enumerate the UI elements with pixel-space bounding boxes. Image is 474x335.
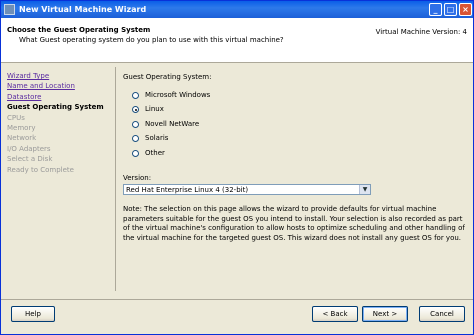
radio-label-other[interactable]: Other bbox=[145, 149, 165, 157]
nav-step-network: Network bbox=[7, 134, 37, 143]
close-button[interactable]: × bbox=[459, 3, 472, 16]
nav-step-guest-os: Guest Operating System bbox=[7, 103, 104, 112]
radio-linux[interactable] bbox=[132, 106, 139, 113]
nav-step-io-adapters: I/O Adapters bbox=[7, 144, 51, 153]
radio-novell-netware[interactable] bbox=[132, 121, 139, 128]
back-button[interactable]: < Back bbox=[312, 306, 358, 322]
guest-os-label: Guest Operating System: bbox=[123, 73, 212, 81]
nav-step-ready-to-complete: Ready to Complete bbox=[7, 165, 74, 174]
nav-step-select-disk: Select a Disk bbox=[7, 155, 53, 164]
help-button[interactable]: Help bbox=[11, 306, 55, 322]
vm-app-icon bbox=[4, 4, 15, 15]
title-bar[interactable]: New Virtual Machine Wizard _ □ × bbox=[1, 1, 473, 18]
nav-step-memory: Memory bbox=[7, 123, 36, 132]
radio-label-novell-netware[interactable]: Novell NetWare bbox=[145, 120, 199, 128]
vm-version-label: Virtual Machine Version: 4 bbox=[375, 28, 467, 36]
minimize-button[interactable]: _ bbox=[429, 3, 442, 16]
nav-step-datastore[interactable]: Datastore bbox=[7, 92, 111, 102]
cancel-button[interactable]: Cancel bbox=[419, 306, 465, 322]
next-button[interactable]: Next > bbox=[362, 306, 408, 322]
maximize-button[interactable]: □ bbox=[444, 3, 457, 16]
nav-step-name-and-location[interactable]: Name and Location bbox=[7, 81, 111, 91]
wizard-header: Choose the Guest Operating System What G… bbox=[1, 18, 473, 63]
window-title: New Virtual Machine Wizard bbox=[19, 5, 147, 14]
radio-label-microsoft-windows[interactable]: Microsoft Windows bbox=[145, 91, 210, 99]
footer-divider bbox=[1, 299, 473, 300]
chevron-down-icon[interactable]: ▼ bbox=[359, 185, 370, 194]
wizard-steps-nav: Wizard Type Name and Location Datastore … bbox=[7, 71, 111, 175]
guest-os-note: Note: The selection on this page allows … bbox=[123, 205, 465, 242]
nav-step-wizard-type[interactable]: Wizard Type bbox=[7, 71, 111, 81]
radio-label-solaris[interactable]: Solaris bbox=[145, 134, 168, 142]
page-title: Choose the Guest Operating System bbox=[7, 26, 151, 34]
version-select[interactable]: Red Hat Enterprise Linux 4 (32-bit) ▼ bbox=[123, 184, 371, 195]
wizard-window: New Virtual Machine Wizard _ □ × Choose … bbox=[0, 0, 474, 335]
page-subtitle: What Guest operating system do you plan … bbox=[19, 36, 284, 44]
radio-label-linux[interactable]: Linux bbox=[145, 105, 164, 113]
version-selected-value: Red Hat Enterprise Linux 4 (32-bit) bbox=[126, 186, 249, 194]
radio-other[interactable] bbox=[132, 150, 139, 157]
nav-divider bbox=[115, 67, 116, 291]
nav-step-cpus: CPUs bbox=[7, 113, 25, 122]
radio-microsoft-windows[interactable] bbox=[132, 92, 139, 99]
radio-solaris[interactable] bbox=[132, 135, 139, 142]
version-label: Version: bbox=[123, 174, 152, 182]
